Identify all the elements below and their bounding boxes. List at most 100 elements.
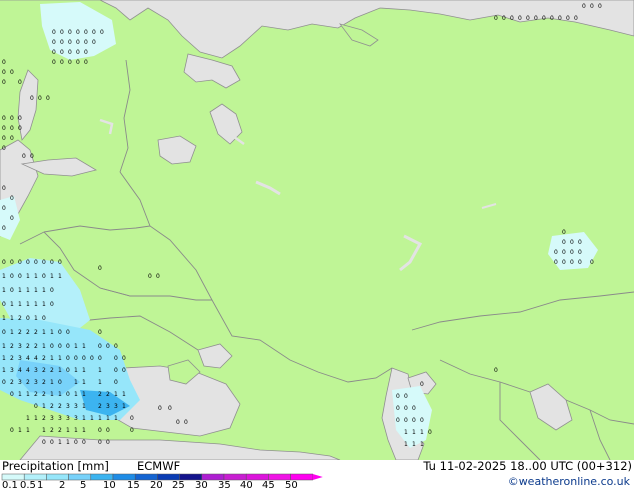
svg-text:0: 0: [2, 135, 6, 142]
svg-text:1: 1: [18, 427, 22, 434]
svg-text:2: 2: [42, 355, 46, 362]
svg-text:1: 1: [34, 287, 38, 294]
svg-text:2: 2: [10, 355, 14, 362]
svg-text:0: 0: [570, 239, 574, 246]
svg-text:0: 0: [10, 69, 14, 76]
svg-text:0: 0: [50, 301, 54, 308]
svg-text:0: 0: [130, 427, 134, 434]
svg-text:0: 0: [428, 429, 432, 436]
svg-text:0: 0: [590, 259, 594, 266]
svg-text:1: 1: [66, 439, 70, 446]
map-title: Precipitation [mm]: [2, 459, 109, 473]
svg-text:1: 1: [404, 441, 408, 448]
svg-text:3: 3: [34, 367, 38, 374]
svg-text:1: 1: [10, 301, 14, 308]
svg-text:0: 0: [42, 273, 46, 280]
svg-text:0: 0: [122, 355, 126, 362]
svg-text:1: 1: [82, 367, 86, 374]
svg-text:2: 2: [26, 379, 30, 386]
svg-text:3: 3: [18, 343, 22, 350]
svg-text:1: 1: [2, 343, 6, 350]
svg-text:0: 0: [176, 419, 180, 426]
svg-text:1: 1: [26, 287, 30, 294]
svg-text:0: 0: [58, 259, 62, 266]
svg-text:0: 0: [2, 79, 6, 86]
svg-text:1: 1: [42, 403, 46, 410]
svg-text:0: 0: [518, 15, 522, 22]
svg-text:3: 3: [18, 379, 22, 386]
svg-text:4: 4: [26, 355, 30, 362]
svg-text:0: 0: [76, 29, 80, 36]
svg-text:0: 0: [2, 69, 6, 76]
svg-text:0: 0: [76, 49, 80, 56]
svg-text:0: 0: [90, 355, 94, 362]
svg-text:2: 2: [50, 403, 54, 410]
svg-text:1: 1: [2, 315, 6, 322]
svg-text:0: 0: [106, 427, 110, 434]
svg-text:0: 0: [10, 115, 14, 122]
svg-text:1: 1: [42, 301, 46, 308]
svg-text:1: 1: [2, 273, 6, 280]
svg-text:0: 0: [60, 29, 64, 36]
svg-text:1: 1: [26, 427, 30, 434]
svg-text:0: 0: [58, 343, 62, 350]
svg-text:4: 4: [18, 367, 22, 374]
svg-text:0: 0: [60, 59, 64, 66]
svg-text:0: 0: [2, 145, 6, 152]
svg-text:1: 1: [2, 287, 6, 294]
svg-text:0: 0: [50, 343, 54, 350]
svg-text:0: 0: [562, 229, 566, 236]
svg-text:0: 0: [106, 343, 110, 350]
svg-text:0: 0: [578, 249, 582, 256]
svg-text:1: 1: [34, 301, 38, 308]
svg-text:0: 0: [2, 185, 6, 192]
svg-text:2: 2: [58, 427, 62, 434]
legend-arrow: [312, 474, 323, 480]
svg-text:0: 0: [578, 239, 582, 246]
svg-text:0: 0: [10, 273, 14, 280]
svg-text:0: 0: [510, 15, 514, 22]
legend-swatch: [46, 473, 69, 481]
precipitation-legend: [1, 473, 323, 481]
svg-text:0: 0: [590, 3, 594, 10]
svg-text:0: 0: [122, 367, 126, 374]
svg-text:0: 0: [18, 259, 22, 266]
svg-text:0: 0: [396, 393, 400, 400]
svg-text:0: 0: [66, 329, 70, 336]
svg-text:1: 1: [74, 379, 78, 386]
svg-text:1: 1: [58, 367, 62, 374]
svg-text:1: 1: [58, 439, 62, 446]
svg-text:0: 0: [68, 39, 72, 46]
svg-text:2: 2: [106, 391, 110, 398]
svg-text:1: 1: [42, 343, 46, 350]
svg-text:1: 1: [50, 329, 54, 336]
svg-text:0: 0: [2, 379, 6, 386]
svg-text:1: 1: [98, 367, 102, 374]
svg-text:0: 0: [130, 415, 134, 422]
svg-text:0: 0: [98, 329, 102, 336]
svg-text:0: 0: [76, 39, 80, 46]
svg-text:0: 0: [404, 417, 408, 424]
svg-text:0: 0: [420, 417, 424, 424]
svg-text:2: 2: [34, 391, 38, 398]
credit-link[interactable]: ©weatheronline.co.uk: [508, 475, 630, 489]
svg-text:0: 0: [158, 405, 162, 412]
svg-text:1: 1: [50, 391, 54, 398]
svg-text:0: 0: [66, 355, 70, 362]
model-name: ECMWF: [137, 459, 181, 473]
svg-text:0: 0: [2, 115, 6, 122]
svg-text:0: 0: [566, 15, 570, 22]
svg-text:2: 2: [50, 367, 54, 374]
svg-text:1: 1: [82, 391, 86, 398]
svg-text:0: 0: [18, 115, 22, 122]
svg-text:0: 0: [10, 195, 14, 202]
svg-text:0: 0: [578, 259, 582, 266]
svg-text:0: 0: [30, 95, 34, 102]
svg-text:0: 0: [168, 405, 172, 412]
svg-text:0: 0: [10, 391, 14, 398]
svg-text:0: 0: [82, 355, 86, 362]
svg-text:3: 3: [74, 403, 78, 410]
svg-text:0: 0: [156, 273, 160, 280]
svg-text:1: 1: [26, 301, 30, 308]
svg-text:1: 1: [58, 391, 62, 398]
